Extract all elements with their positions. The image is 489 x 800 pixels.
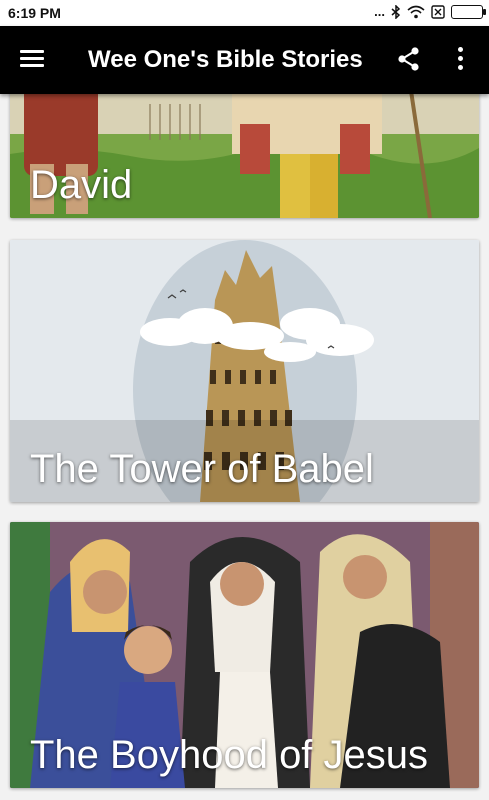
- status-bar: 6:19 PM ...: [0, 0, 489, 26]
- menu-icon[interactable]: [20, 46, 46, 72]
- story-list[interactable]: David The Tower of Babel The Boyhood of …: [0, 94, 489, 800]
- app-title: Wee One's Bible Stories: [88, 46, 363, 73]
- story-card-david[interactable]: David: [10, 94, 479, 218]
- status-time: 6:19 PM: [8, 5, 61, 21]
- story-card-boyhood-of-jesus[interactable]: The Boyhood of Jesus: [10, 522, 479, 788]
- story-card-tower-of-babel[interactable]: The Tower of Babel: [10, 240, 479, 502]
- status-icons: ...: [374, 4, 486, 19]
- no-sim-icon: [431, 4, 445, 19]
- battery-icon: [451, 4, 486, 19]
- more-options-icon[interactable]: [457, 47, 465, 71]
- wifi-icon: [407, 5, 425, 18]
- story-title: David: [30, 163, 133, 207]
- story-title: The Boyhood of Jesus: [30, 733, 429, 777]
- bluetooth-icon: [391, 4, 401, 19]
- app-bar: Wee One's Bible Stories: [0, 26, 489, 94]
- share-icon[interactable]: [396, 46, 422, 72]
- story-title: The Tower of Babel: [30, 447, 374, 491]
- more-dots-indicator: ...: [374, 4, 385, 19]
